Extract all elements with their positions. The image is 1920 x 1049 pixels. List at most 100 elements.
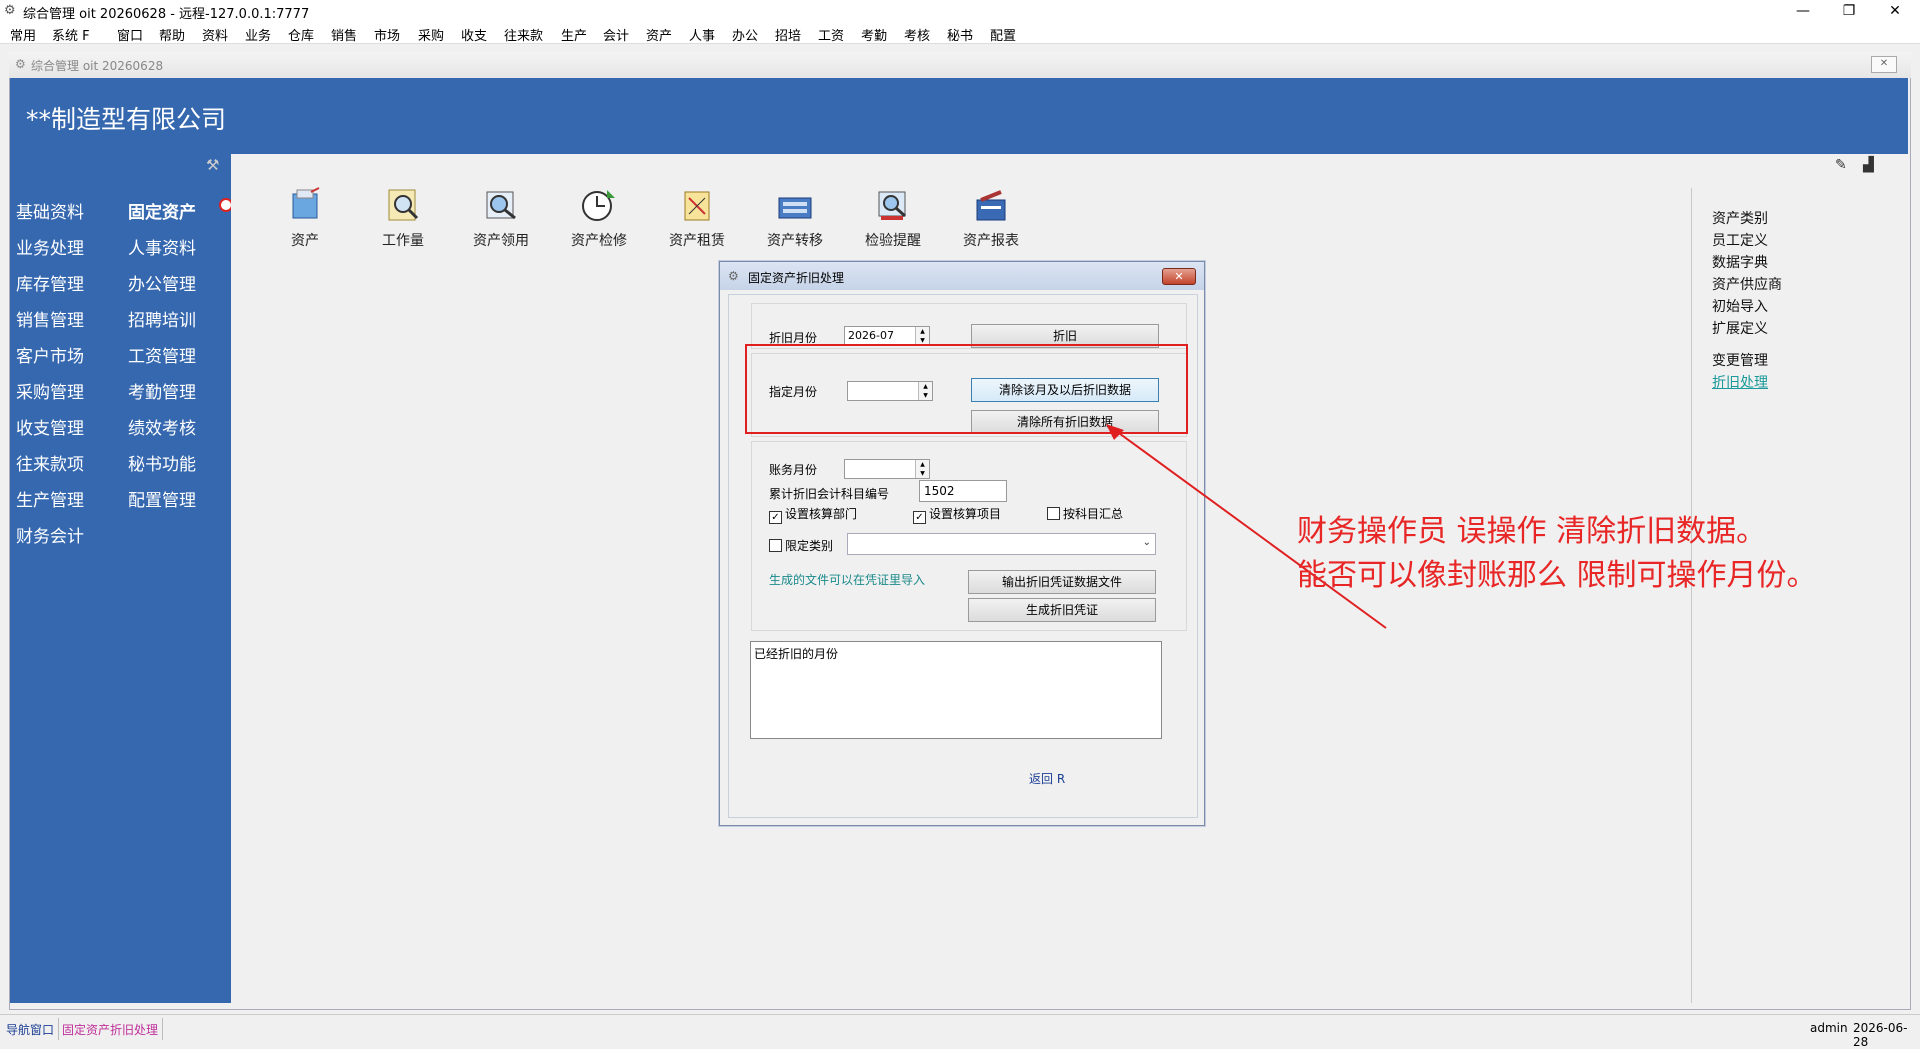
company-name: **制造型有限公司	[26, 105, 227, 134]
nav-hr[interactable]: 人事资料	[128, 234, 196, 259]
company-header: **制造型有限公司	[10, 78, 1908, 154]
menu-accounts[interactable]: 往来款	[504, 25, 543, 44]
nav-production[interactable]: 生产管理	[16, 486, 84, 511]
link-asset-category[interactable]: 资产类别	[1712, 208, 1768, 228]
transfer-icon	[778, 197, 812, 219]
nav-recruit[interactable]: 招聘培训	[128, 306, 196, 331]
tool-asset-report[interactable]: 资产报表	[951, 186, 1031, 250]
tool-asset-lease[interactable]: 资产租赁	[657, 186, 737, 250]
menu-system[interactable]: 系统 F	[52, 25, 90, 44]
account-code-label: 累计折旧会计科目编号	[769, 487, 890, 501]
depreciated-months-memo[interactable]: 已经折旧的月份	[750, 641, 1162, 739]
nav-purchase[interactable]: 采购管理	[16, 378, 84, 403]
nav-customer[interactable]: 客户市场	[16, 342, 84, 367]
mdi-icon: ⚙	[15, 57, 26, 71]
nav-office[interactable]: 办公管理	[128, 270, 196, 295]
menu-help[interactable]: 帮助	[159, 25, 185, 44]
checkbox-checked-icon: ✓	[769, 511, 782, 524]
close-window-button[interactable]: ✕	[1872, 0, 1918, 22]
menu-config[interactable]: 配置	[990, 25, 1016, 44]
chk-project[interactable]: ✓ 设置核算项目	[913, 505, 1001, 524]
status-user: admin	[1810, 1021, 1848, 1035]
checkbox-empty-icon	[769, 539, 782, 552]
menu-evaluation[interactable]: 考核	[904, 25, 930, 44]
asset-icon	[292, 187, 320, 219]
menu-sales[interactable]: 销售	[331, 25, 357, 44]
status-bar: 导航窗口 固定资产折旧处理 admin 2026-06-28	[0, 1014, 1920, 1049]
menu-common[interactable]: 常用	[10, 25, 36, 44]
tab-depreciation[interactable]: 固定资产折旧处理	[58, 1018, 164, 1040]
nav-basic-data[interactable]: 基础资料	[16, 198, 84, 223]
tool-icon[interactable]: ⚒	[206, 156, 219, 174]
menu-production[interactable]: 生产	[561, 25, 587, 44]
tool-asset-transfer[interactable]: 资产转移	[755, 186, 835, 250]
menu-data[interactable]: 资料	[202, 25, 228, 44]
acct-month-spinner[interactable]: ▲ ▼	[844, 459, 930, 479]
menu-recruit[interactable]: 招培	[775, 25, 801, 44]
dialog-close-button[interactable]: ✕	[1162, 268, 1196, 285]
nav-income[interactable]: 收支管理	[16, 414, 84, 439]
link-employee-def[interactable]: 员工定义	[1712, 230, 1768, 250]
nav-secretary[interactable]: 秘书功能	[128, 450, 196, 475]
nav-fixed-assets[interactable]: 固定资产	[128, 198, 196, 223]
menu-window[interactable]: 窗口	[117, 25, 143, 44]
nav-accounts[interactable]: 往来款项	[16, 450, 84, 475]
chk-dept-label: 设置核算部门	[785, 507, 858, 521]
status-date: 2026-06-28	[1853, 1021, 1908, 1049]
tool-asset[interactable]: 资产	[265, 186, 345, 250]
menu-assets[interactable]: 资产	[646, 25, 672, 44]
menu-purchase[interactable]: 采购	[418, 25, 444, 44]
dialog-titlebar: ⚙ 固定资产折旧处理 ✕	[720, 262, 1204, 290]
depr-month-spinner[interactable]: 2026-07 ▲ ▼	[844, 326, 930, 346]
menu-business[interactable]: 业务	[245, 25, 271, 44]
nav-finance[interactable]: 财务会计	[16, 522, 84, 547]
app-icon: ⚙	[4, 3, 16, 18]
menu-warehouse[interactable]: 仓库	[288, 25, 314, 44]
window-title: 综合管理 oit 20260628 - 远程-127.0.0.1:7777	[23, 7, 310, 22]
tool-asset-repair-label: 资产检修	[571, 233, 627, 249]
mdi-titlebar: ⚙ 综合管理 oit 20260628 ✕	[9, 52, 1911, 78]
tool-asset-label: 资产	[291, 233, 319, 249]
spinner-arrows-icon[interactable]: ▲ ▼	[915, 327, 929, 345]
menu-secretary[interactable]: 秘书	[947, 25, 973, 44]
chk-category[interactable]: 限定类别	[769, 537, 833, 554]
account-code-input[interactable]: 1502	[919, 480, 1007, 502]
minimize-button[interactable]: —	[1780, 0, 1826, 22]
nav-attendance[interactable]: 考勤管理	[128, 378, 196, 403]
inspection-icon	[878, 191, 906, 220]
tool-asset-use[interactable]: 资产领用	[461, 186, 541, 250]
menu-salary[interactable]: 工资	[818, 25, 844, 44]
nav-business[interactable]: 业务处理	[16, 234, 84, 259]
menu-hr[interactable]: 人事	[689, 25, 715, 44]
nav-sales[interactable]: 销售管理	[16, 306, 84, 331]
tool-asset-repair[interactable]: 资产检修	[559, 186, 639, 250]
menu-office[interactable]: 办公	[732, 25, 758, 44]
lease-icon	[684, 191, 710, 221]
tab-navigation[interactable]: 导航窗口	[2, 1018, 60, 1040]
menu-attendance[interactable]: 考勤	[861, 25, 887, 44]
tool-inspection-reminder-label: 检验提醒	[865, 233, 921, 249]
mdi-close-button[interactable]: ✕	[1871, 56, 1897, 73]
tool-workload[interactable]: 工作量	[363, 186, 443, 250]
link-change-mgmt[interactable]: 变更管理	[1712, 350, 1768, 370]
nav-salary[interactable]: 工资管理	[128, 342, 196, 367]
link-initial-import[interactable]: 初始导入	[1712, 296, 1768, 316]
tool-inspection-reminder[interactable]: 检验提醒	[853, 186, 933, 250]
restore-button[interactable]: ❐	[1826, 0, 1872, 22]
chart-icon[interactable]: ▟	[1863, 157, 1874, 173]
menu-market[interactable]: 市场	[374, 25, 400, 44]
nav-config[interactable]: 配置管理	[128, 486, 196, 511]
link-data-dict[interactable]: 数据字典	[1712, 252, 1768, 272]
pin-icon[interactable]: ✎	[1835, 157, 1847, 173]
menu-income[interactable]: 收支	[461, 25, 487, 44]
back-button[interactable]: 返回 R	[1029, 770, 1065, 787]
menu-accounting[interactable]: 会计	[603, 25, 629, 44]
report-icon	[976, 190, 1006, 221]
nav-inventory[interactable]: 库存管理	[16, 270, 84, 295]
link-depreciation[interactable]: 折旧处理	[1712, 372, 1768, 392]
chk-dept[interactable]: ✓ 设置核算部门	[769, 505, 857, 524]
spinner-arrows-icon[interactable]: ▲ ▼	[915, 460, 929, 478]
nav-evaluation[interactable]: 绩效考核	[128, 414, 196, 439]
link-extension-def[interactable]: 扩展定义	[1712, 318, 1768, 338]
link-asset-supplier[interactable]: 资产供应商	[1712, 274, 1782, 294]
